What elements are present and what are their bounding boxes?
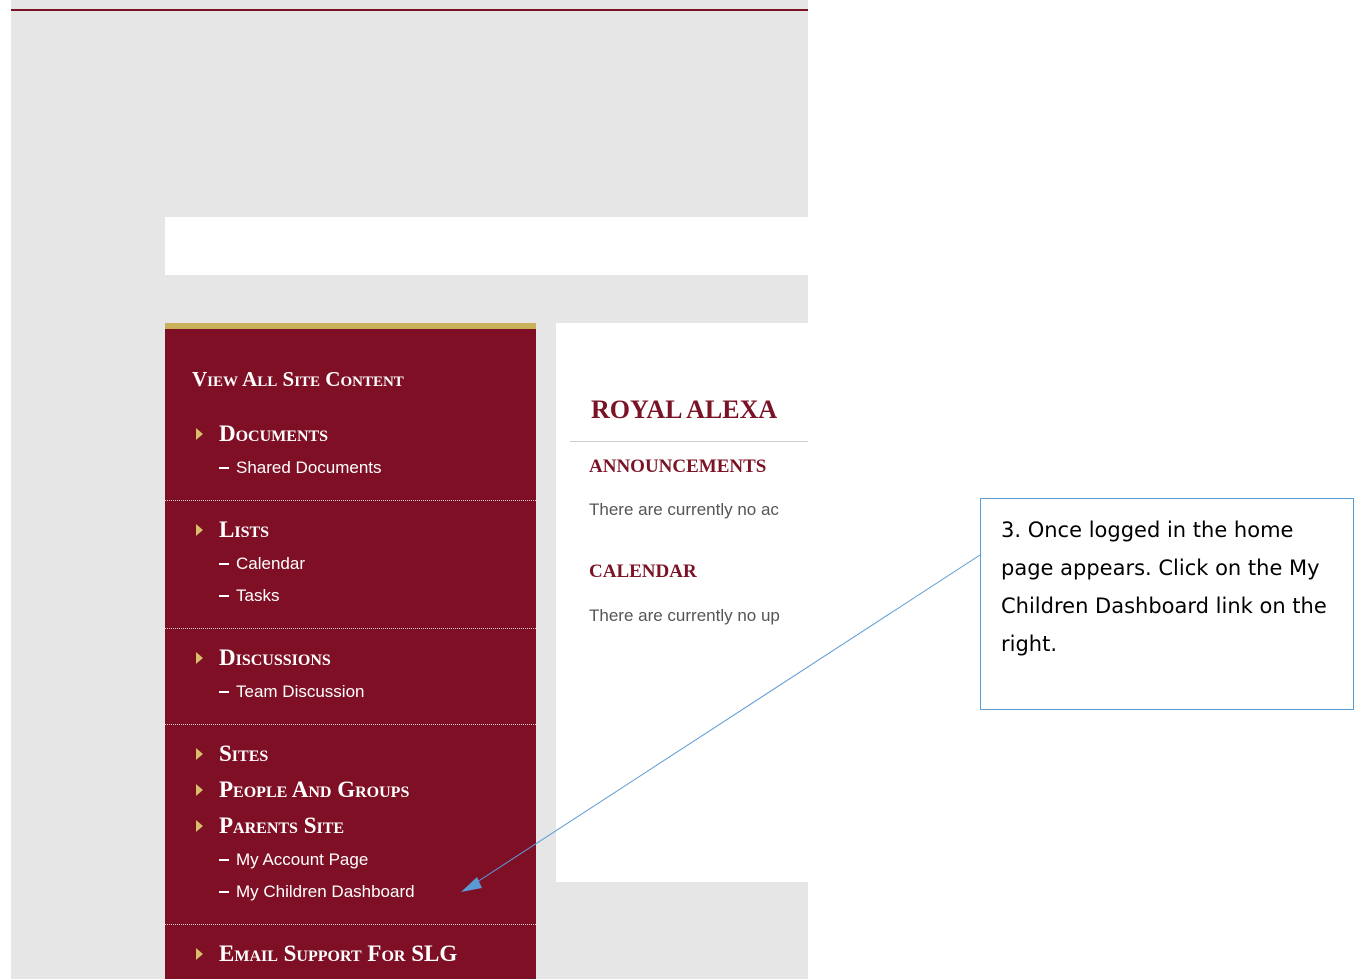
nav-item-label: Shared Documents <box>236 458 382 477</box>
quick-launch-sidebar: View All Site Content Documents Shared D… <box>165 323 536 979</box>
dash-icon <box>219 595 229 597</box>
dash-icon <box>219 691 229 693</box>
triangle-right-icon <box>196 524 203 536</box>
announcements-empty-text: There are currently no ac <box>589 500 779 519</box>
nav-item-label: My Children Dashboard <box>236 882 415 901</box>
nav-item-label: Calendar <box>236 554 305 573</box>
nav-item-shared-documents[interactable]: Shared Documents <box>165 452 536 484</box>
page-title: ROYAL ALEXA <box>591 395 778 424</box>
dash-icon <box>219 563 229 565</box>
nav-heading-label: Parents Site <box>219 813 345 838</box>
nav-group-documents: Documents Shared Documents <box>165 416 536 501</box>
nav-heading-sites[interactable]: Sites <box>165 736 536 772</box>
nav-item-label: My Account Page <box>236 850 369 869</box>
nav-group-sites: Sites People And Groups Parents Site My … <box>165 736 536 925</box>
nav-heading-email-support[interactable]: Email Support For SLG <box>165 936 536 972</box>
nav-heading-label: Sites <box>219 741 269 766</box>
instruction-callout: 3. Once logged in the home page appears.… <box>980 498 1354 710</box>
nav-group-discussions: Discussions Team Discussion <box>165 640 536 725</box>
nav-item-label: Team Discussion <box>236 682 365 701</box>
nav-heading-label: People And Groups <box>219 777 410 802</box>
dash-icon <box>219 891 229 893</box>
view-all-site-content-link[interactable]: View All Site Content <box>192 367 404 392</box>
triangle-right-icon <box>196 820 203 832</box>
dash-icon <box>219 859 229 861</box>
nav-heading-label: Lists <box>219 517 270 542</box>
triangle-right-icon <box>196 428 203 440</box>
nav-group-email-support: Email Support For SLG <box>165 936 536 979</box>
header-bar <box>165 217 808 275</box>
nav-item-my-children-dashboard[interactable]: My Children Dashboard <box>165 876 536 908</box>
nav-heading-label: Email Support For SLG <box>219 941 458 966</box>
triangle-right-icon <box>196 748 203 760</box>
calendar-empty-text: There are currently no up <box>589 606 780 625</box>
nav-item-my-account-page[interactable]: My Account Page <box>165 844 536 876</box>
dash-icon <box>219 467 229 469</box>
triangle-right-icon <box>196 948 203 960</box>
triangle-right-icon <box>196 784 203 796</box>
nav-heading-parents-site[interactable]: Parents Site <box>165 808 536 844</box>
nav-heading-documents[interactable]: Documents <box>165 416 536 452</box>
calendar-title[interactable]: CALENDAR <box>589 561 697 583</box>
nav-heading-lists[interactable]: Lists <box>165 512 536 548</box>
page: View All Site Content Documents Shared D… <box>0 0 1354 979</box>
nav-item-tasks[interactable]: Tasks <box>165 580 536 612</box>
nav-heading-label: Discussions <box>219 645 331 670</box>
triangle-right-icon <box>196 652 203 664</box>
top-rule <box>11 9 808 11</box>
nav-heading-discussions[interactable]: Discussions <box>165 640 536 676</box>
announcements-title[interactable]: ANNOUNCEMENTS <box>589 456 766 478</box>
screenshot-region: View All Site Content Documents Shared D… <box>11 0 808 979</box>
nav-group-lists: Lists Calendar Tasks <box>165 512 536 629</box>
nav-heading-label: Documents <box>219 421 329 446</box>
title-divider <box>570 441 808 442</box>
main-content: ROYAL ALEXA ANNOUNCEMENTS There are curr… <box>556 323 808 882</box>
nav-item-label: Tasks <box>236 586 280 605</box>
nav-item-team-discussion[interactable]: Team Discussion <box>165 676 536 708</box>
callout-text: 3. Once logged in the home page appears.… <box>1001 518 1327 656</box>
nav-item-calendar[interactable]: Calendar <box>165 548 536 580</box>
nav-heading-people-and-groups[interactable]: People And Groups <box>165 772 536 808</box>
